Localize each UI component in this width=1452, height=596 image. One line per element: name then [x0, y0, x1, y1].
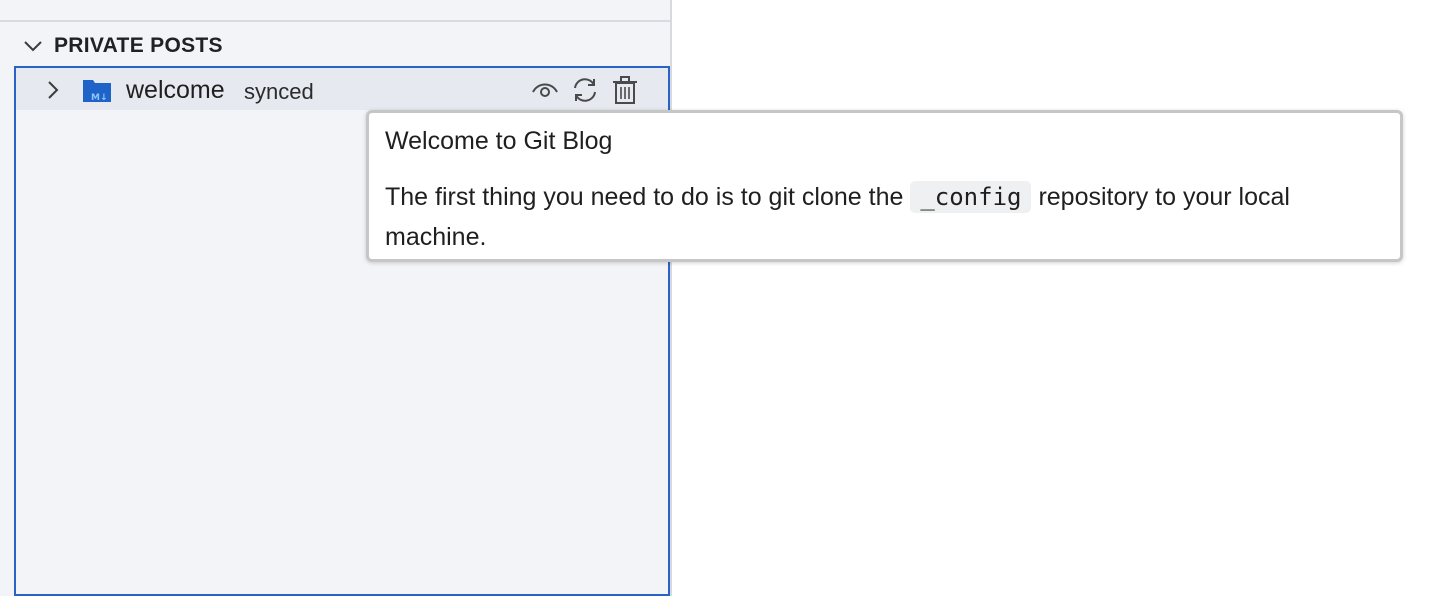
tree-item-welcome[interactable]: M↓ welcome synced — [16, 68, 668, 110]
tooltip-body: The first thing you need to do is to git… — [385, 177, 1390, 257]
sidebar: PRIVATE POSTS M↓ welcome synced — [0, 0, 672, 596]
eye-icon[interactable] — [530, 75, 560, 105]
svg-text:M↓: M↓ — [91, 93, 108, 103]
tree-item-status: synced — [244, 79, 314, 104]
trash-icon[interactable] — [610, 75, 640, 105]
section-title: PRIVATE POSTS — [54, 34, 223, 57]
tooltip-title: Welcome to Git Blog — [385, 127, 613, 155]
sync-icon[interactable] — [570, 75, 600, 105]
hover-tooltip: Welcome to Git Blog The first thing you … — [366, 110, 1403, 262]
tree-item-label: welcome — [126, 76, 225, 104]
chevron-right-icon[interactable] — [46, 79, 60, 101]
tooltip-code: _config — [910, 181, 1032, 213]
section-header-private-posts[interactable]: PRIVATE POSTS — [0, 26, 670, 66]
markdown-folder-icon: M↓ — [83, 80, 111, 103]
top-strip — [0, 0, 670, 22]
chevron-down-icon[interactable] — [22, 36, 44, 56]
tooltip-text-before: The first thing you need to do is to git… — [385, 183, 904, 211]
